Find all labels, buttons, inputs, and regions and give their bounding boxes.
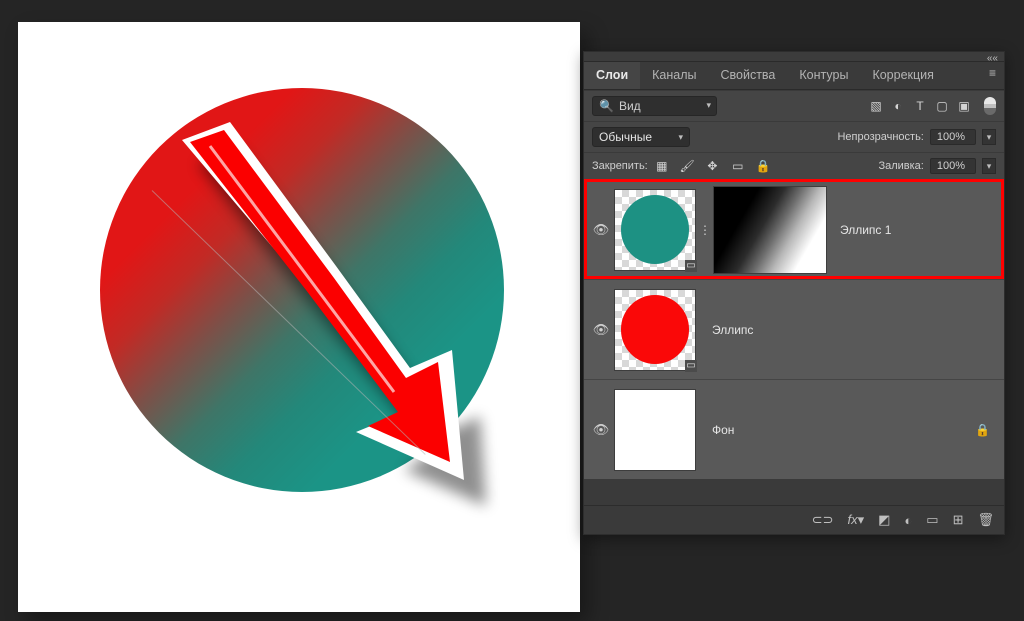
fill-value[interactable]: 100% [930,158,976,174]
search-icon: 🔍 [599,99,614,113]
canvas-art [18,22,580,612]
lock-brush-icon[interactable]: 🖌 [679,158,695,174]
layer-thumb[interactable] [612,387,698,473]
fx-icon[interactable]: fx▾ [847,512,864,528]
canvas-document[interactable] [18,22,580,612]
tab-paths[interactable]: Контуры [787,62,860,89]
lock-label: Закрепить: [592,160,648,172]
color-label-swatch[interactable] [984,97,996,115]
layer-row-background[interactable]: 👁 Фон 🔒 [584,379,1004,479]
filter-shape-icon[interactable]: ▢ [934,98,950,114]
vector-badge-icon: ▭ [685,360,697,372]
lock-frame-icon[interactable]: ▭ [730,158,746,174]
layer-name[interactable]: Фон [712,423,734,437]
lock-icons: ▦ 🖌 ✥ ▭ 🔒 [654,158,777,174]
link-layers-icon[interactable]: ⊂⊃ [812,512,834,528]
panel-tabs: Слои Каналы Свойства Контуры Коррекция ≡ [584,62,1004,90]
filter-image-icon[interactable]: ▧ [868,98,884,114]
layer-thumb[interactable]: ▭ [612,187,698,273]
fill-label: Заливка: [878,160,923,172]
layer-thumb[interactable]: ▭ [612,287,698,373]
blend-opacity-row: Обычные ▾ Непрозрачность: 100% ▾ [584,121,1004,152]
filter-adjustment-icon[interactable]: ◐ [890,98,906,114]
lock-fill-row: Закрепить: ▦ 🖌 ✥ ▭ 🔒 Заливка: 100% ▾ [584,152,1004,179]
layers-panel: «« Слои Каналы Свойства Контуры Коррекци… [583,51,1005,535]
layer-name[interactable]: Эллипс [712,323,753,337]
white-bg-thumb [615,390,695,470]
tab-properties[interactable]: Свойства [709,62,788,89]
lock-icon: 🔒 [975,423,990,437]
tab-layers[interactable]: Слои [584,62,640,89]
red-circle-thumb [621,295,690,364]
link-icon[interactable]: ⋮ [698,223,712,237]
lock-pixels-icon[interactable]: ▦ [654,158,670,174]
red-arrow [18,22,580,612]
layers-list: 👁 ▭ ⋮ Эллипс 1 👁 ▭ Эллипс 👁 Фон 🔒 [584,179,1004,479]
layer-row-ellipse1[interactable]: 👁 ▭ ⋮ Эллипс 1 [584,179,1004,279]
filter-type-icon[interactable]: T [912,98,928,114]
layer-mask-thumb[interactable] [714,187,826,273]
new-adjustment-icon[interactable]: ◐ [904,513,912,528]
eye-icon[interactable]: 👁 [590,322,612,338]
layer-filter-select[interactable]: 🔍 Вид ▾ [592,96,717,116]
tab-channels[interactable]: Каналы [640,62,708,89]
group-icon[interactable]: ▭ [926,512,938,528]
layer-name[interactable]: Эллипс 1 [840,223,891,237]
teal-circle-thumb [621,195,690,264]
opacity-label: Непрозрачность: [837,131,923,143]
trash-icon[interactable]: 🗑 [977,512,994,528]
blend-mode-select[interactable]: Обычные [592,127,690,147]
eye-icon[interactable]: 👁 [590,422,612,438]
mask-icon[interactable]: ◩ [878,512,890,528]
eye-icon[interactable]: 👁 [590,222,612,238]
opacity-value[interactable]: 100% [930,129,976,145]
lock-all-icon[interactable]: 🔒 [755,158,771,174]
panel-menu-icon[interactable]: ≡ [981,62,1004,89]
panel-empty-area [584,479,1004,505]
panel-titlebar[interactable]: «« [584,52,1004,62]
chevron-down-icon[interactable]: ▾ [982,158,996,174]
layer-row-ellipse[interactable]: 👁 ▭ Эллипс [584,279,1004,379]
panel-bottom-toolbar: ⊂⊃ fx▾ ◩ ◐ ▭ ⊞ 🗑 [584,505,1004,534]
new-layer-icon[interactable]: ⊞ [953,512,964,528]
vector-badge-icon: ▭ [685,260,697,272]
lock-move-icon[interactable]: ✥ [704,158,720,174]
chevron-down-icon: ▾ [706,100,711,111]
chevron-down-icon[interactable]: ▾ [982,129,996,145]
layer-filter-row: 🔍 Вид ▾ ▧ ◐ T ▢ ▣ [584,90,1004,121]
tab-adjustments[interactable]: Коррекция [860,62,945,89]
filter-smart-object-icon[interactable]: ▣ [956,98,972,114]
layer-filter-label: Вид [619,99,641,113]
